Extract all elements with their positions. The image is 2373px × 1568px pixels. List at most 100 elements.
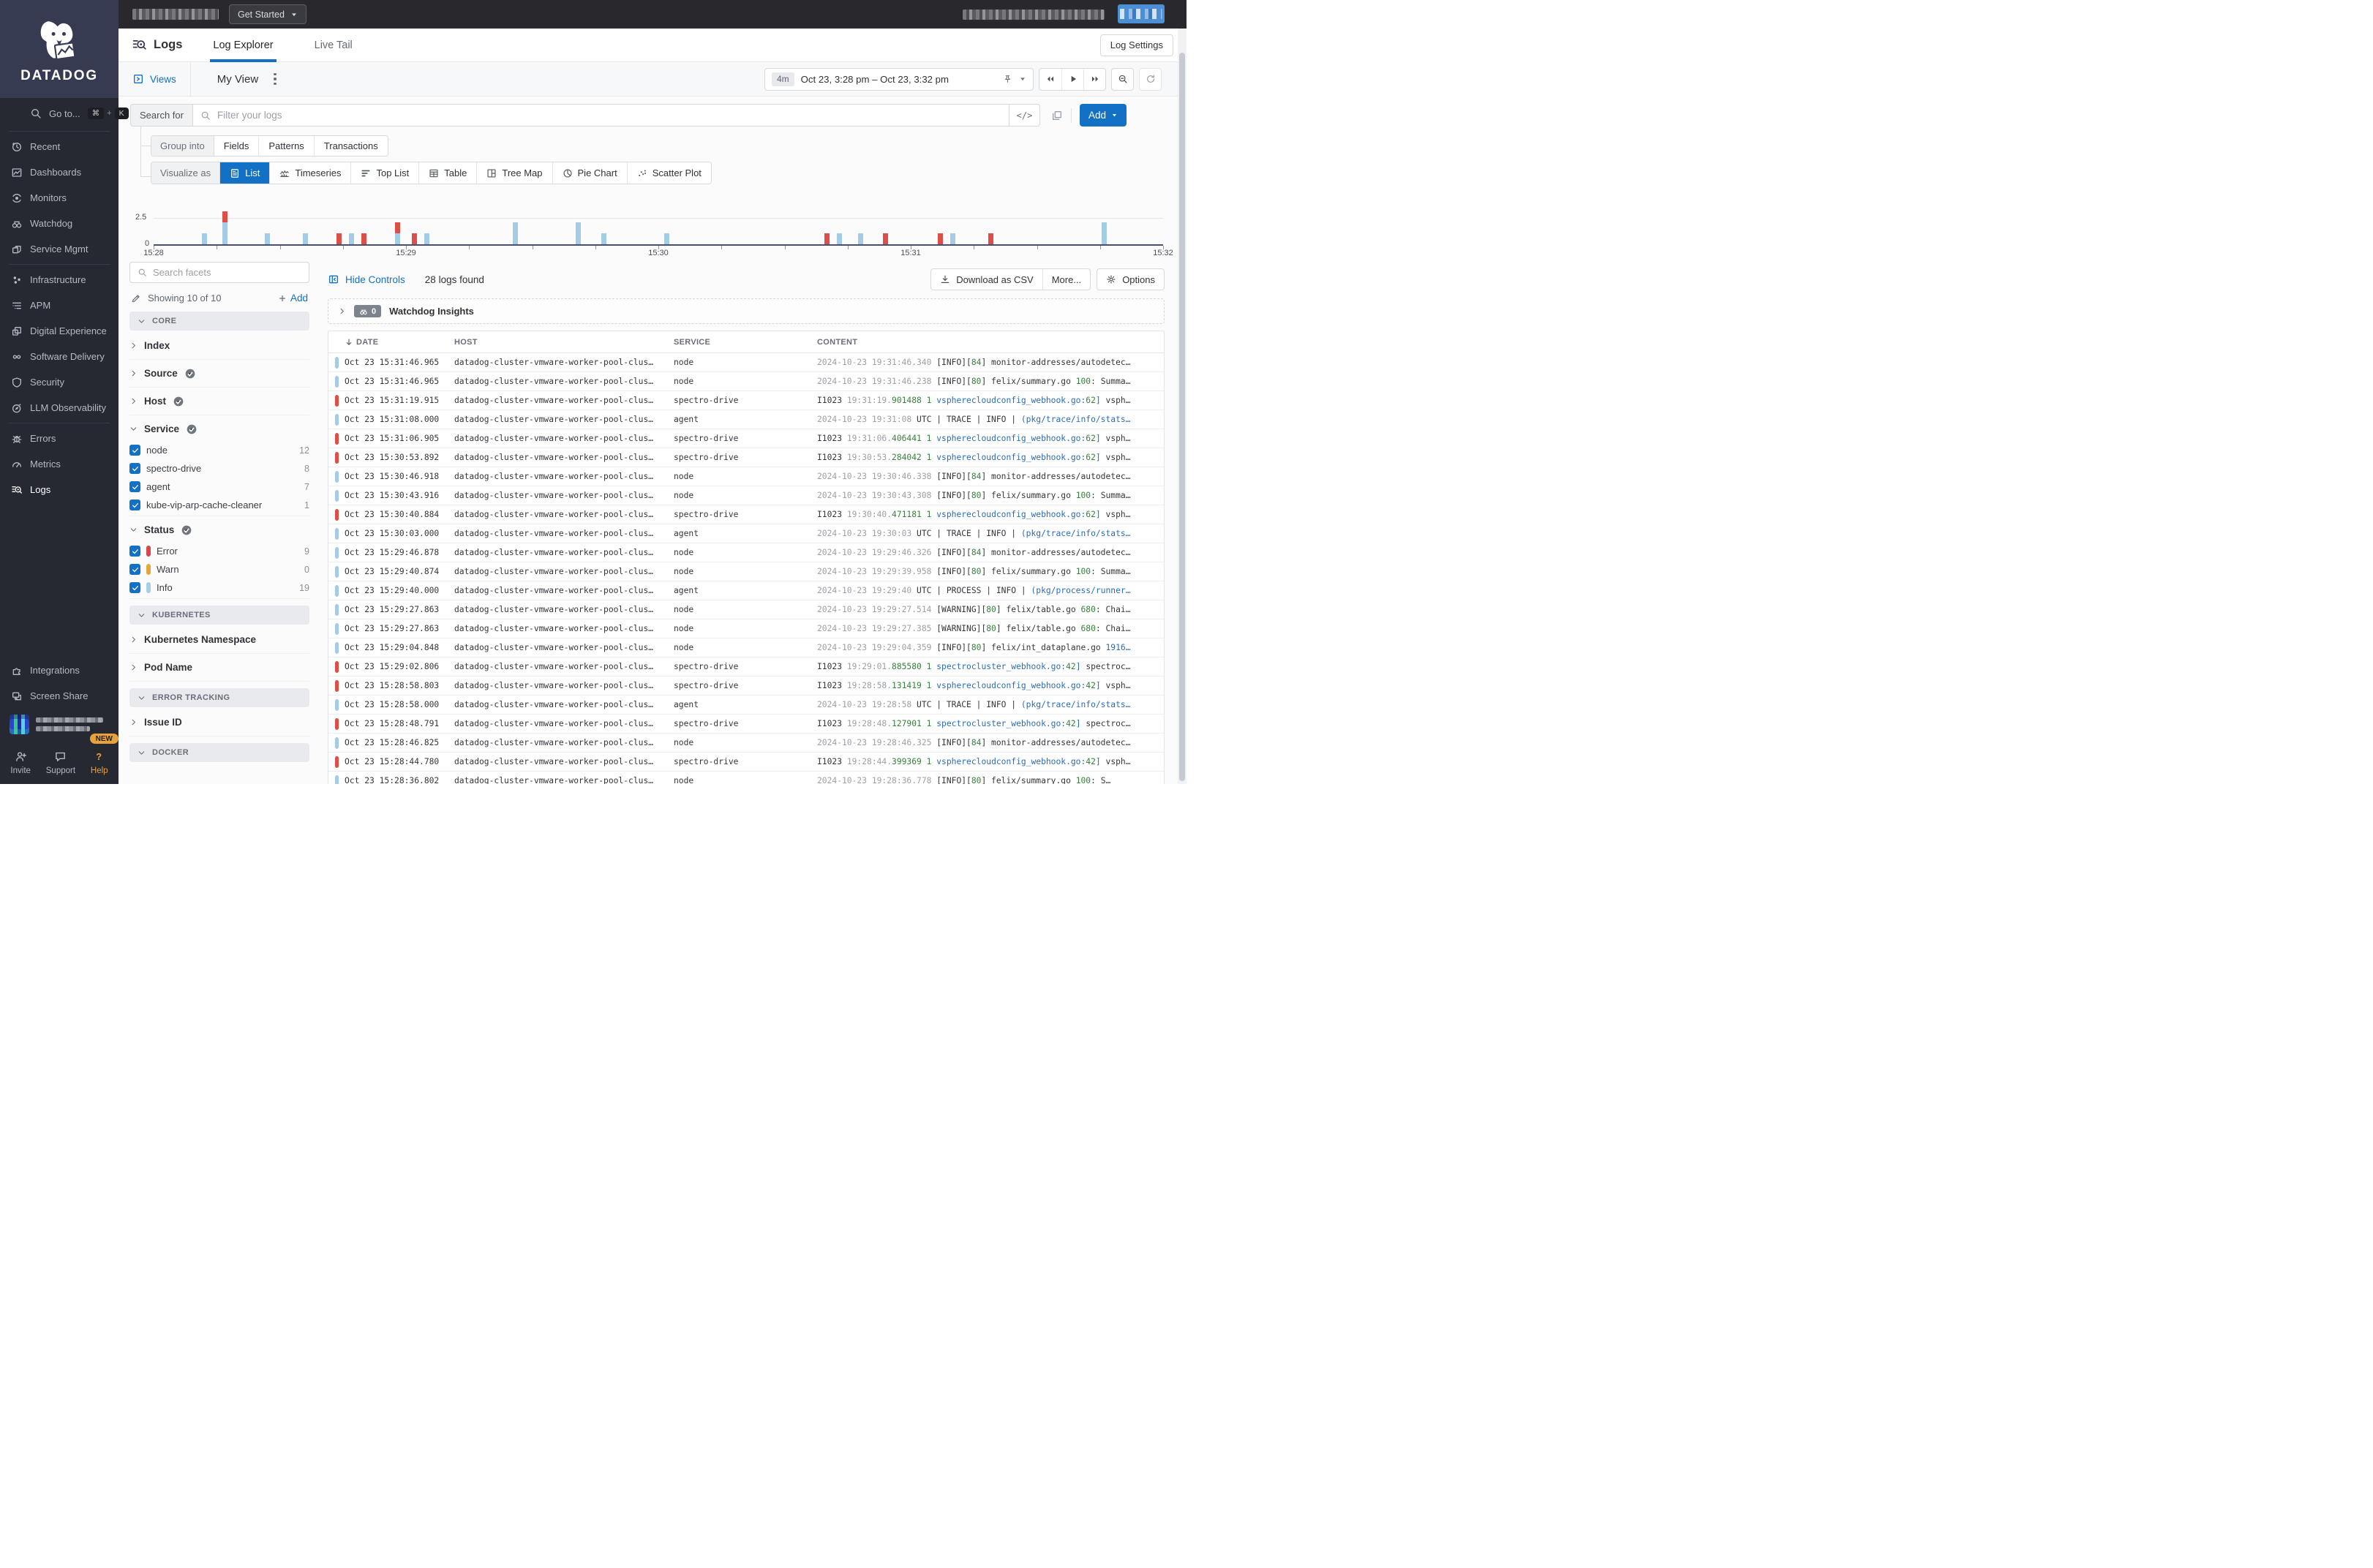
table-row[interactable]: Oct 23 15:31:06.905 datadog-cluster-vmwa… — [328, 429, 1164, 448]
histogram-bar[interactable] — [424, 233, 430, 244]
sidebar-item-metrics[interactable]: Metrics — [0, 451, 119, 477]
table-row[interactable]: Oct 23 15:30:03.000 datadog-cluster-vmwa… — [328, 524, 1164, 543]
histogram-bar[interactable] — [361, 233, 366, 244]
histogram-bar[interactable] — [824, 233, 830, 244]
sidebar-invite-button[interactable]: Invite — [10, 750, 31, 775]
datadog-logo[interactable]: DATADOG — [0, 0, 119, 98]
more-button[interactable]: More... — [1042, 269, 1090, 290]
checkbox-checked[interactable] — [129, 546, 140, 557]
sidebar-item-recent[interactable]: Recent — [0, 134, 119, 159]
facet-toggle-status[interactable]: Status — [129, 518, 309, 542]
facet-search-input[interactable]: Search facets — [129, 262, 309, 283]
checkbox-checked[interactable] — [129, 481, 140, 492]
facet-value-node[interactable]: node 12 — [129, 441, 309, 459]
histogram-bar[interactable] — [348, 233, 354, 244]
scrollbar-thumb[interactable] — [1179, 53, 1185, 781]
visualize-option-scatter-plot[interactable]: Scatter Plot — [627, 162, 711, 184]
visualize-option-timeseries[interactable]: Timeseries — [270, 162, 352, 184]
checkbox-checked[interactable] — [129, 500, 140, 510]
copy-query-button[interactable] — [1051, 110, 1063, 121]
histogram-bar[interactable] — [395, 222, 400, 244]
histogram-bar[interactable] — [201, 233, 207, 244]
facet-value-kube-vip-arp-cache-cleaner[interactable]: kube-vip-arp-cache-cleaner 1 — [129, 496, 309, 514]
checkbox-checked[interactable] — [129, 463, 140, 474]
table-row[interactable]: Oct 23 15:29:02.806 datadog-cluster-vmwa… — [328, 657, 1164, 676]
histogram-bar[interactable] — [222, 211, 228, 244]
visualize-option-table[interactable]: Table — [419, 162, 478, 184]
pin-icon[interactable] — [1003, 75, 1012, 84]
add-button[interactable]: Add — [1079, 104, 1127, 127]
table-row[interactable]: Oct 23 15:30:40.884 datadog-cluster-vmwa… — [328, 505, 1164, 524]
tab-log-explorer[interactable]: Log Explorer — [210, 29, 277, 62]
column-header-service[interactable]: SERVICE — [674, 338, 817, 347]
group-option-fields[interactable]: Fields — [214, 136, 260, 156]
table-row[interactable]: Oct 23 15:29:40.874 datadog-cluster-vmwa… — [328, 562, 1164, 581]
search-input[interactable]: Filter your logs — [192, 104, 1009, 127]
download-csv-button[interactable]: Download as CSV — [931, 269, 1042, 290]
facet-group-core[interactable]: CORE — [129, 312, 309, 331]
table-row[interactable]: Oct 23 15:28:58.803 datadog-cluster-vmwa… — [328, 676, 1164, 696]
sidebar-item-dashboards[interactable]: Dashboards — [0, 159, 119, 185]
histogram-bar[interactable] — [857, 233, 863, 244]
table-row[interactable]: Oct 23 15:28:58.000 datadog-cluster-vmwa… — [328, 696, 1164, 715]
histogram-bar[interactable] — [264, 233, 270, 244]
column-header-host[interactable]: HOST — [454, 338, 674, 347]
histogram-bar[interactable] — [513, 222, 518, 244]
time-range-picker[interactable]: 4m Oct 23, 3:28 pm – Oct 23, 3:32 pm — [764, 67, 1034, 91]
table-row[interactable]: Oct 23 15:29:04.848 datadog-cluster-vmwa… — [328, 638, 1164, 657]
add-facet-button[interactable]: Add — [278, 293, 308, 304]
table-row[interactable]: Oct 23 15:28:36.802 datadog-cluster-vmwa… — [328, 772, 1164, 784]
sidebar-item-monitors[interactable]: Monitors — [0, 185, 119, 211]
facet-toggle-service[interactable]: Service — [129, 417, 309, 441]
facet-toggle-kubernetes-namespace[interactable]: Kubernetes Namespace — [129, 627, 309, 652]
pencil-icon[interactable] — [131, 293, 141, 304]
visualize-option-tree-map[interactable]: Tree Map — [477, 162, 553, 184]
group-option-patterns[interactable]: Patterns — [259, 136, 315, 156]
facet-toggle-issue-id[interactable]: Issue ID — [129, 710, 309, 734]
table-row[interactable]: Oct 23 15:29:27.863 datadog-cluster-vmwa… — [328, 619, 1164, 638]
facet-group-docker[interactable]: DOCKER — [129, 743, 309, 762]
sidebar-item-integrations[interactable]: Integrations — [0, 657, 119, 683]
table-row[interactable]: Oct 23 15:29:46.878 datadog-cluster-vmwa… — [328, 543, 1164, 562]
view-name[interactable]: My View — [217, 73, 258, 86]
sidebar-help-button[interactable]: NEW? Help — [89, 734, 119, 775]
table-row[interactable]: Oct 23 15:29:27.863 datadog-cluster-vmwa… — [328, 600, 1164, 619]
log-volume-chart[interactable]: 2.5 0 15:28 15:29 15:30 15:31 15:32 — [129, 205, 1173, 259]
visualize-option-pie-chart[interactable]: Pie Chart — [552, 162, 628, 184]
sidebar-item-llm-observability[interactable]: LLM Observability — [0, 395, 119, 421]
table-row[interactable]: Oct 23 15:29:40.000 datadog-cluster-vmwa… — [328, 581, 1164, 600]
facet-value-info[interactable]: Info 19 — [129, 578, 309, 597]
sidebar-item-digital-experience[interactable]: Digital Experience — [0, 318, 119, 344]
table-row[interactable]: Oct 23 15:31:46.965 datadog-cluster-vmwa… — [328, 372, 1164, 391]
table-row[interactable]: Oct 23 15:30:43.916 datadog-cluster-vmwa… — [328, 486, 1164, 505]
table-row[interactable]: Oct 23 15:28:46.825 datadog-cluster-vmwa… — [328, 734, 1164, 753]
sidebar-item-watchdog[interactable]: Watchdog — [0, 211, 119, 236]
refresh-button[interactable] — [1139, 67, 1162, 91]
get-started-button[interactable]: Get Started — [229, 4, 307, 24]
histogram-bar[interactable] — [601, 233, 606, 244]
facet-value-agent[interactable]: agent 7 — [129, 478, 309, 496]
sidebar-item-errors[interactable]: Errors — [0, 426, 119, 451]
log-settings-button[interactable]: Log Settings — [1099, 34, 1173, 56]
facet-toggle-source[interactable]: Source — [129, 361, 309, 385]
histogram-bar[interactable] — [1102, 222, 1107, 244]
table-row[interactable]: Oct 23 15:28:44.780 datadog-cluster-vmwa… — [328, 753, 1164, 772]
sidebar-item-security[interactable]: Security — [0, 369, 119, 395]
histogram-bar[interactable] — [950, 233, 955, 244]
histogram-bar[interactable] — [302, 233, 308, 244]
facet-toggle-index[interactable]: Index — [129, 333, 309, 358]
sidebar-support-button[interactable]: Support — [46, 750, 75, 775]
group-option-transactions[interactable]: Transactions — [314, 136, 388, 156]
time-play-button[interactable] — [1061, 68, 1083, 90]
table-row[interactable]: Oct 23 15:30:46.918 datadog-cluster-vmwa… — [328, 467, 1164, 486]
histogram-bar[interactable] — [836, 233, 842, 244]
visualize-option-top-list[interactable]: Top List — [351, 162, 420, 184]
table-row[interactable]: Oct 23 15:31:46.965 datadog-cluster-vmwa… — [328, 353, 1164, 372]
sidebar-item-apm[interactable]: APM — [0, 293, 119, 318]
options-button[interactable]: Options — [1097, 269, 1164, 290]
hide-controls-button[interactable]: Hide Controls — [328, 274, 405, 285]
facet-value-spectro-drive[interactable]: spectro-drive 8 — [129, 459, 309, 478]
sidebar-item-software-delivery[interactable]: Software Delivery — [0, 344, 119, 369]
facet-toggle-pod-name[interactable]: Pod Name — [129, 655, 309, 679]
column-header-content[interactable]: CONTENT — [817, 338, 1164, 347]
